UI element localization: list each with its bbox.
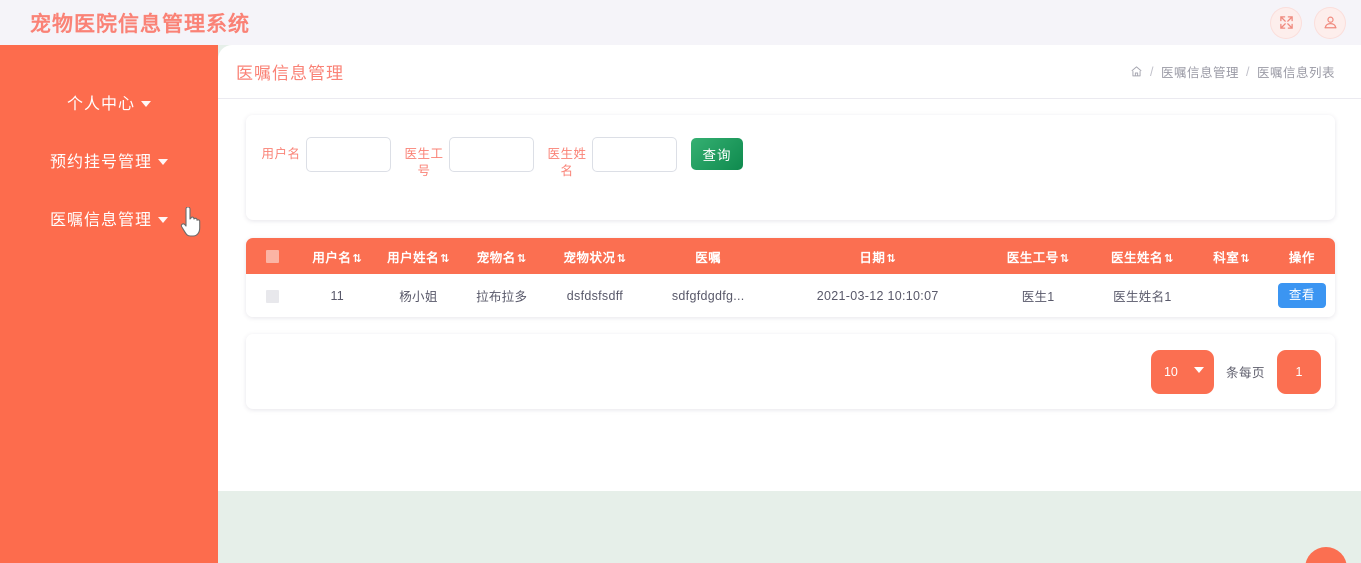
column-label: 医生姓名: [1111, 250, 1164, 265]
filter-doctor-name-label: 医生姓名: [547, 147, 587, 178]
page-title: 医嘱信息管理: [236, 64, 344, 83]
cell-action: 查看: [1269, 274, 1335, 317]
chevron-down-icon: [158, 217, 168, 223]
table-header-advice: 医嘱: [647, 238, 769, 274]
table-header-select-all[interactable]: [246, 238, 298, 274]
page-size-select[interactable]: 10: [1150, 349, 1214, 394]
cell-date: 2021-03-12 10:10:07: [816, 288, 939, 303]
main-content-panel: 医嘱信息管理 / 医嘱信息管理 / 医嘱信息列表 用户名 医生工号 医生姓名 查…: [218, 45, 1361, 491]
cell-department: [1195, 274, 1269, 317]
fullscreen-expand-icon: [1279, 15, 1294, 30]
cell-username: 11: [330, 288, 345, 303]
user-account-button[interactable]: [1315, 7, 1345, 38]
column-label: 医生工号: [1006, 250, 1059, 265]
cell-pet-condition: dsfdsfsdff: [566, 288, 624, 303]
view-detail-button[interactable]: 查看: [1277, 283, 1326, 308]
table-header-date[interactable]: 日期⇅: [769, 238, 986, 274]
home-icon[interactable]: [1130, 65, 1143, 81]
filter-username-label: 用户名: [261, 147, 301, 161]
table-header-pet-condition[interactable]: 宠物状况⇅: [543, 238, 647, 274]
table-header-pet-name[interactable]: 宠物名⇅: [461, 238, 543, 274]
page-header: 医嘱信息管理 / 医嘱信息管理 / 医嘱信息列表: [218, 45, 1361, 99]
chevron-down-icon: [1193, 366, 1204, 373]
top-header-bar: 宠物医院信息管理系统: [0, 0, 1361, 45]
sort-icon[interactable]: ⇅: [1164, 253, 1174, 265]
table-header-department[interactable]: 科室⇅: [1195, 238, 1269, 274]
search-input-doctor-id[interactable]: [449, 137, 534, 172]
filter-doctor-id-label: 医生工号: [404, 147, 444, 178]
column-label: 科室: [1213, 250, 1240, 265]
column-label: 操作: [1288, 250, 1315, 265]
app-brand-title: 宠物医院信息管理系统: [30, 12, 250, 36]
table-header-username[interactable]: 用户名⇅: [298, 238, 376, 274]
column-label: 医嘱: [695, 250, 722, 265]
cell-pet-name: 拉布拉多: [476, 290, 528, 304]
sort-icon[interactable]: ⇅: [886, 253, 896, 265]
column-label: 宠物名: [476, 250, 516, 265]
filter-username: 用户名: [260, 137, 391, 172]
cell-doctor-id: 医生1: [1021, 290, 1055, 304]
data-table-card: 用户名⇅ 用户姓名⇅ 宠物名⇅ 宠物状况⇅ 医嘱 日期⇅ 医生工号⇅ 医生姓名⇅…: [246, 238, 1335, 317]
pagination-card: 10 条每页 1: [246, 334, 1335, 409]
chevron-down-icon: [158, 159, 168, 165]
table-header-row: 用户名⇅ 用户姓名⇅ 宠物名⇅ 宠物状况⇅ 医嘱 日期⇅ 医生工号⇅ 医生姓名⇅…: [246, 238, 1335, 274]
medical-advice-table: 用户名⇅ 用户姓名⇅ 宠物名⇅ 宠物状况⇅ 医嘱 日期⇅ 医生工号⇅ 医生姓名⇅…: [246, 238, 1335, 317]
table-header-user-fullname[interactable]: 用户姓名⇅: [376, 238, 460, 274]
page-bottom-area: [218, 491, 1361, 563]
sidebar-item-personal-center[interactable]: 个人中心: [0, 73, 218, 131]
breadcrumb-separator: /: [1246, 64, 1250, 79]
sidebar-item-appointment-management[interactable]: 预约挂号管理: [0, 131, 218, 189]
sidebar-nav: 个人中心 预约挂号管理 医嘱信息管理: [0, 45, 218, 563]
row-checkbox[interactable]: [265, 289, 279, 303]
sort-icon[interactable]: ⇅: [352, 253, 362, 265]
breadcrumb-separator: /: [1150, 64, 1154, 79]
search-filter-card: 用户名 医生工号 医生姓名 查询: [246, 115, 1335, 220]
breadcrumb-item-parent[interactable]: 医嘱信息管理: [1161, 62, 1239, 81]
search-input-username[interactable]: [306, 137, 391, 172]
per-page-label: 条每页: [1225, 366, 1265, 380]
table-header-action: 操作: [1269, 238, 1335, 274]
fullscreen-expand-button[interactable]: [1271, 7, 1301, 38]
search-submit-button[interactable]: 查询: [691, 138, 743, 170]
cell-doctor-name: 医生姓名1: [1113, 290, 1172, 304]
chevron-down-icon: [141, 101, 151, 107]
sidebar-item-label: 个人中心: [66, 96, 135, 113]
page-number-button-1[interactable]: 1: [1277, 349, 1321, 394]
cell-user-fullname: 杨小姐: [399, 290, 438, 304]
breadcrumb-item-current: 医嘱信息列表: [1256, 66, 1335, 80]
search-input-doctor-name[interactable]: [592, 137, 677, 172]
cell-advice: sdfgfdgdfg...: [671, 288, 745, 303]
header-actions: [1271, 0, 1345, 45]
column-label: 用户名: [312, 250, 352, 265]
breadcrumb: / 医嘱信息管理 / 医嘱信息列表: [1130, 62, 1335, 81]
page-size-value: 10: [1163, 364, 1178, 379]
sort-icon[interactable]: ⇅: [517, 253, 527, 265]
column-label: 日期: [859, 250, 886, 265]
sort-icon[interactable]: ⇅: [1240, 253, 1250, 265]
mouse-cursor-pointer: [179, 206, 203, 244]
app-root: 宠物医院信息管理系统 个人中心 预约挂号管理 医嘱信息管理 医嘱信息管理 / 医…: [0, 0, 1361, 563]
sidebar-item-label: 医嘱信息管理: [49, 212, 152, 229]
row-select-cell[interactable]: [246, 274, 298, 317]
sort-icon[interactable]: ⇅: [617, 253, 627, 265]
table-header-doctor-id[interactable]: 医生工号⇅: [986, 238, 1090, 274]
content-body: 用户名 医生工号 医生姓名 查询 用户名⇅ 用户姓名⇅ 宠物名⇅ 宠物状况⇅ 医…: [218, 99, 1361, 409]
column-label: 用户姓名: [387, 250, 440, 265]
sort-icon[interactable]: ⇅: [1060, 253, 1070, 265]
select-all-checkbox[interactable]: [265, 250, 279, 264]
sort-icon[interactable]: ⇅: [440, 253, 450, 265]
sidebar-item-label: 预约挂号管理: [49, 154, 152, 171]
table-header-doctor-name[interactable]: 医生姓名⇅: [1090, 238, 1194, 274]
filter-doctor-name: 医生姓名: [546, 137, 677, 180]
table-row[interactable]: 11 杨小姐 拉布拉多 dsfdsfsdff sdfgfdgdfg... 202…: [246, 274, 1335, 317]
user-avatar-icon: [1323, 15, 1338, 30]
column-label: 宠物状况: [563, 250, 616, 265]
filter-doctor-id: 医生工号: [403, 137, 534, 180]
